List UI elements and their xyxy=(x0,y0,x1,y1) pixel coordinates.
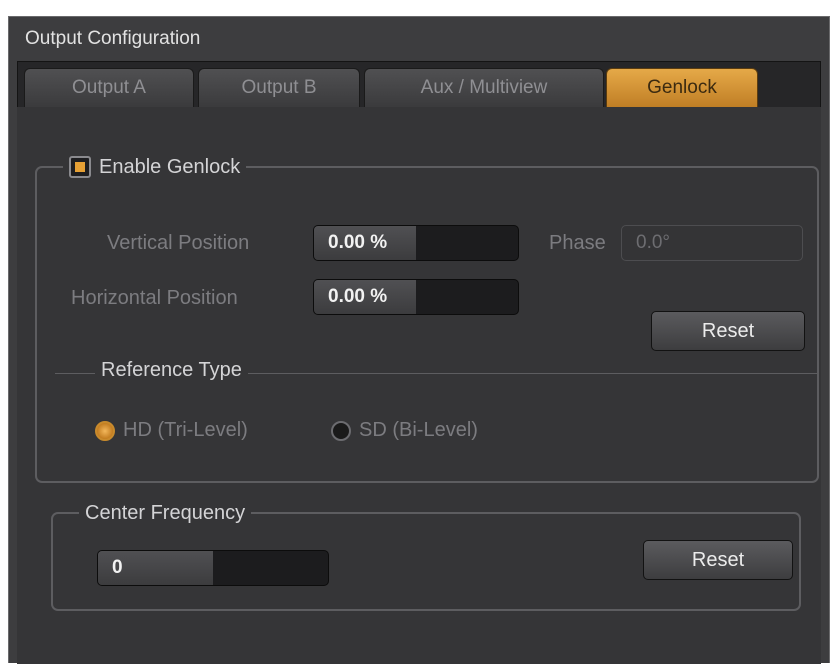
radio-sd-bi-level[interactable]: SD (Bi-Level) xyxy=(331,419,478,442)
genlock-panel: Enable Genlock Vertical Position 0.00 % … xyxy=(17,107,821,664)
vertical-position-input[interactable]: 0.00 % xyxy=(313,225,519,261)
phase-label: Phase xyxy=(549,232,606,254)
tab-aux-multiview[interactable]: Aux / Multiview xyxy=(364,68,604,108)
center-frequency-input[interactable]: 0 xyxy=(97,550,329,586)
tab-genlock[interactable]: Genlock xyxy=(606,68,758,108)
enable-genlock-legend: Enable Genlock xyxy=(63,155,246,179)
window-title: Output Configuration xyxy=(25,28,201,49)
radio-hd-label: HD (Tri-Level) xyxy=(123,419,248,441)
tab-output-a[interactable]: Output A xyxy=(24,68,194,108)
reference-type-label: Reference Type xyxy=(95,359,248,382)
radio-unselected-icon xyxy=(331,420,351,441)
center-frequency-label: Center Frequency xyxy=(85,502,246,524)
enable-genlock-label[interactable]: Enable Genlock xyxy=(99,155,240,179)
horizontal-position-input[interactable]: 0.00 % xyxy=(313,279,519,315)
center-frequency-reset-button[interactable]: Reset xyxy=(643,540,793,580)
horizontal-position-value: 0.00 % xyxy=(328,286,388,307)
output-configuration-window: Output Configuration Output A Output B A… xyxy=(8,16,830,664)
horizontal-position-label: Horizontal Position xyxy=(71,287,238,309)
tab-output-b[interactable]: Output B xyxy=(198,68,360,108)
center-frequency-value: 0 xyxy=(112,557,123,578)
enable-genlock-checkbox[interactable] xyxy=(69,156,91,178)
tab-strip: Output A Output B Aux / Multiview Genloc… xyxy=(17,61,821,108)
checkbox-checked-icon xyxy=(75,162,85,172)
phase-input[interactable]: 0.0° xyxy=(621,225,803,261)
radio-selected-icon xyxy=(95,420,115,441)
vertical-position-value: 0.00 % xyxy=(328,232,388,253)
phase-value: 0.0° xyxy=(636,232,671,253)
genlock-reset-button[interactable]: Reset xyxy=(651,311,805,351)
vertical-position-label: Vertical Position xyxy=(107,232,250,254)
radio-sd-label: SD (Bi-Level) xyxy=(359,419,478,441)
radio-hd-tri-level[interactable]: HD (Tri-Level) xyxy=(95,419,248,442)
